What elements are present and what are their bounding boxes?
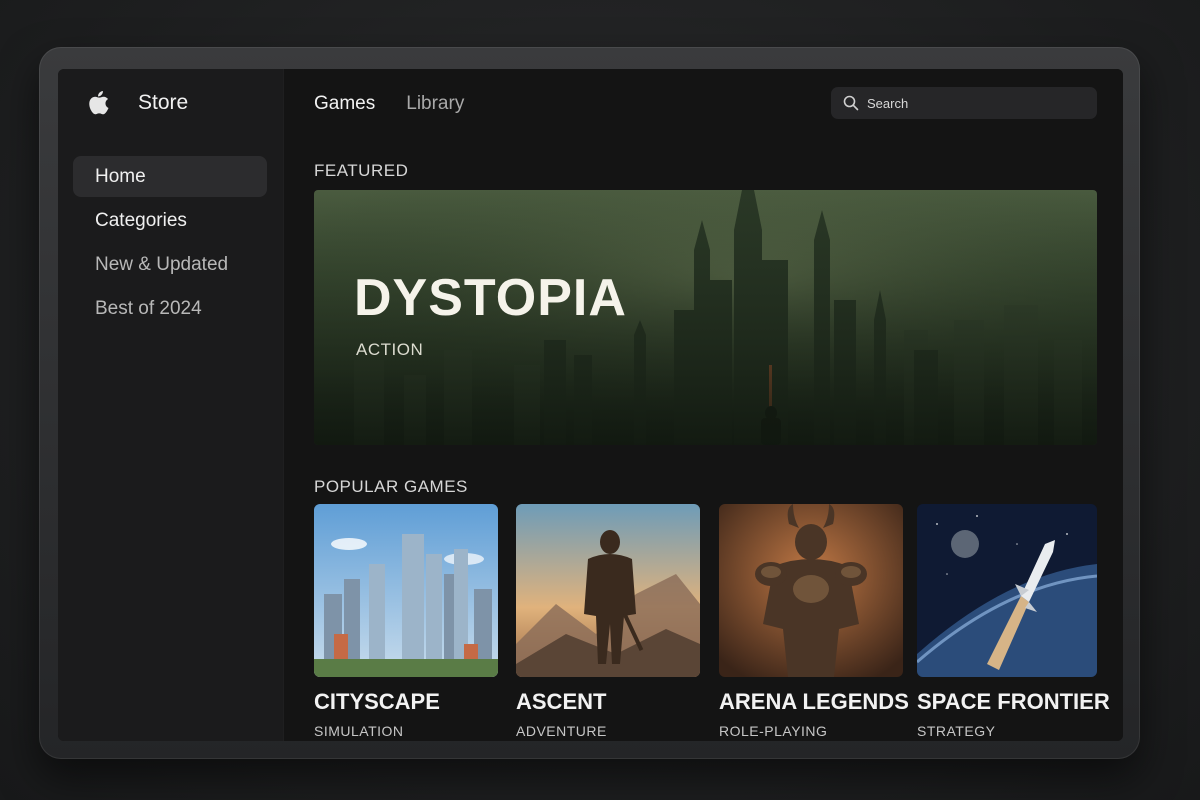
apple-logo-icon	[89, 91, 109, 115]
tab-games[interactable]: Games	[314, 93, 375, 115]
sidebar-item-home[interactable]: Home	[73, 156, 267, 197]
featured-section-label: FEATURED	[314, 161, 409, 180]
game-card-space-frontier[interactable]: SPACE FRONTIER STRATEGY	[917, 504, 1110, 739]
game-card-cityscape[interactable]: CITYSCAPE SIMULATION	[314, 504, 498, 739]
search-placeholder: Search	[867, 95, 909, 111]
game-genre: ROLE-PLAYING	[719, 723, 828, 739]
popular-section-label: POPULAR GAMES	[314, 477, 468, 496]
game-thumbnail	[719, 504, 903, 677]
sidebar-item-label: New & Updated	[95, 253, 229, 275]
search-icon	[843, 95, 859, 111]
sidebar: Store Home Categories New & Updated Best…	[58, 69, 284, 741]
app-title: Store	[138, 91, 189, 114]
game-thumbnail	[917, 504, 1097, 677]
sidebar-item-label: Home	[95, 165, 146, 187]
device-frame: Store Home Categories New & Updated Best…	[39, 47, 1140, 759]
game-card-arena-legends[interactable]: ARENA LEGENDS ROLE-PLAYING	[719, 504, 909, 739]
ascent-artwork	[516, 504, 700, 677]
game-thumbnail	[516, 504, 700, 677]
sidebar-item-new-updated[interactable]: New & Updated	[73, 244, 267, 285]
main-content: Games Library Search FEATURED DYSTOPIA A…	[284, 69, 1123, 741]
space-frontier-artwork	[917, 504, 1097, 677]
game-card-ascent[interactable]: ASCENT ADVENTURE	[516, 504, 700, 739]
sidebar-nav: Home Categories New & Updated Best of 20…	[73, 156, 267, 332]
game-title: ARENA LEGENDS	[719, 689, 909, 714]
game-title: SPACE FRONTIER	[917, 689, 1110, 714]
game-genre: ADVENTURE	[516, 723, 607, 739]
featured-banner[interactable]: DYSTOPIA ACTION	[314, 190, 1097, 445]
game-thumbnail	[314, 504, 498, 677]
featured-title: DYSTOPIA	[354, 269, 627, 327]
game-genre: STRATEGY	[917, 723, 996, 739]
sidebar-item-categories[interactable]: Categories	[73, 200, 267, 241]
arena-legends-artwork	[719, 504, 903, 677]
sidebar-item-label: Best of 2024	[95, 297, 202, 319]
tab-library[interactable]: Library	[406, 93, 464, 115]
featured-genre: ACTION	[356, 340, 424, 359]
cityscape-artwork	[314, 504, 498, 677]
brand: Store	[88, 91, 188, 115]
search-input[interactable]: Search	[831, 87, 1097, 119]
game-title: CITYSCAPE	[314, 689, 440, 714]
top-tabs: Games Library	[314, 93, 464, 115]
sidebar-item-best-of-2024[interactable]: Best of 2024	[73, 288, 267, 329]
game-genre: SIMULATION	[314, 723, 404, 739]
app-window: Store Home Categories New & Updated Best…	[58, 69, 1123, 741]
game-title: ASCENT	[516, 689, 607, 714]
sidebar-item-label: Categories	[95, 209, 187, 231]
